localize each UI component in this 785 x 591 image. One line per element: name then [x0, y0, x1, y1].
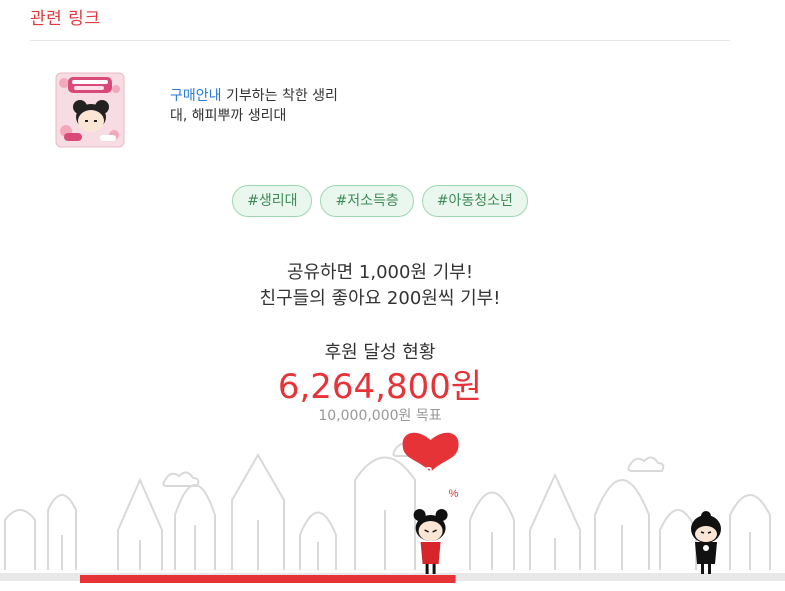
donation-status-label: 후원 달성 현황 [324, 342, 436, 363]
share-line1: 공유하면 1,000원 기부! [286, 262, 474, 283]
progress-percent: 62.6 [416, 464, 445, 481]
tag-list: #생리대 #저소득층 #아동청소년 [0, 185, 760, 217]
product-description: 구매안내 기부하는 착한 생리대, 해피뿌까 생리대 [170, 86, 380, 126]
share-line2: 친구들의 좋아요 200원씩 기부! [259, 288, 501, 309]
sanitary-pad-package-icon [55, 72, 125, 148]
product-thumbnail[interactable] [54, 69, 126, 149]
tag-children-youth[interactable]: #아동청소년 [421, 185, 528, 217]
progress-scene: 62.6 % [0, 420, 785, 591]
progress-percent-unit: % [449, 488, 459, 500]
section-title: 관련 링크 [30, 9, 101, 29]
divider [30, 40, 730, 41]
product-card: 구매안내 기부하는 착한 생리대, 해피뿌까 생리대 [30, 66, 730, 150]
tag-low-income[interactable]: #저소득층 [320, 185, 414, 217]
purchase-guide-link[interactable]: 구매안내 [170, 88, 222, 104]
progress-fill [80, 575, 456, 583]
pucca-character-icon [413, 509, 448, 574]
tag-sanitary-pad[interactable]: #생리대 [232, 185, 313, 217]
share-message: 공유하면 1,000원 기부! 친구들의 좋아요 200원씩 기부! [0, 260, 760, 312]
progress-marker: 62.6 % [402, 432, 459, 574]
tree-outline-illustration [4, 441, 771, 570]
product-description-line2: 대, 해피뿌까 생리대 [170, 108, 287, 124]
donation-amount: 6,264,800원 [277, 367, 483, 407]
donation-status: 후원 달성 현황 6,264,800원 10,000,000원 목표 [0, 340, 760, 425]
product-description-line1: 기부하는 착한 생리 [221, 88, 338, 104]
